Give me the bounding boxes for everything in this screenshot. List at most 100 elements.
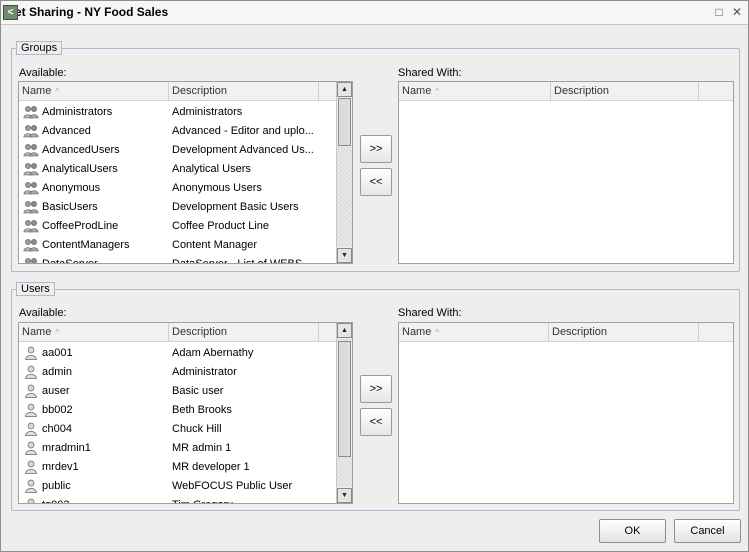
groups-shared-header: Name ^ Description [399, 82, 733, 101]
group-icon [23, 162, 39, 176]
list-item-name: mradmin1 [19, 441, 169, 455]
users-available-header: Name ^ Description [19, 323, 337, 342]
list-item-name: mrdev1 [19, 460, 169, 474]
window-title: Set Sharing - NY Food Sales [7, 5, 169, 19]
column-description-label: Description [172, 326, 228, 338]
list-item-name-text: mradmin1 [42, 441, 91, 454]
scroll-thumb[interactable] [338, 98, 351, 146]
list-item[interactable]: public WebFOCUS Public User [19, 476, 317, 495]
column-name-header[interactable]: Name ^ [19, 323, 169, 342]
list-item[interactable]: Advanced Advanced - Editor and uplo... [19, 121, 317, 140]
list-item-name-text: AdvancedUsers [42, 143, 120, 156]
list-item-name: Anonymous [19, 181, 169, 195]
group-icon [23, 238, 39, 252]
list-item[interactable]: Anonymous Anonymous Users [19, 178, 317, 197]
list-item-name-text: CoffeeProdLine [42, 219, 119, 232]
scroll-thumb[interactable] [338, 341, 351, 457]
scroll-track[interactable] [337, 146, 352, 247]
list-item-description: Tim Gregory [169, 499, 317, 504]
add-group-button[interactable]: >> [360, 135, 392, 163]
group-icon [23, 143, 39, 157]
list-item-description: Chuck Hill [172, 422, 222, 435]
sort-arrow-icon: ^ [435, 328, 440, 337]
scroll-up-icon[interactable]: ▲ [337, 82, 352, 97]
groups-legend: Groups [16, 41, 63, 55]
list-item[interactable]: CoffeeProdLine Coffee Product Line [19, 216, 317, 235]
sort-arrow-icon: ^ [435, 87, 440, 96]
user-icon [23, 403, 39, 417]
maximize-icon[interactable]: □ [713, 6, 725, 18]
users-available-list[interactable]: Name ^ Description aa001 Adam Abernathy adm… [18, 322, 353, 504]
list-item-description: Beth Brooks [172, 403, 232, 416]
list-item[interactable]: bb002 Beth Brooks [19, 400, 317, 419]
list-item-name-text: tg003 [42, 499, 70, 504]
scroll-track[interactable] [337, 457, 352, 487]
column-name-header[interactable]: Name ^ [399, 82, 551, 101]
list-item-name: public [19, 479, 169, 493]
groups-shared-label: Shared With: [398, 67, 462, 79]
column-description-header[interactable]: Description [551, 82, 699, 101]
title-bar: Set Sharing - NY Food Sales □ ✕ [1, 1, 748, 25]
column-description-label: Description [172, 85, 228, 97]
add-user-button[interactable]: >> [360, 375, 392, 403]
back-arrow-icon[interactable]: < [3, 5, 18, 20]
list-item-description: Administrator [172, 365, 237, 378]
scroll-down-icon[interactable]: ▼ [337, 248, 352, 263]
list-item-description: Advanced - Editor and uplo... [172, 124, 314, 137]
column-name-label: Name [22, 326, 52, 338]
list-item[interactable]: mradmin1 MR admin 1 [19, 438, 317, 457]
users-legend: Users [16, 282, 55, 296]
list-item-name-text: public [42, 479, 71, 492]
list-item-name: bb002 [19, 403, 169, 417]
list-item-description: Administrators [172, 105, 243, 118]
list-item[interactable]: AnalyticalUsers Analytical Users [19, 159, 317, 178]
list-item[interactable]: AdvancedUsers Development Advanced Us... [19, 140, 317, 159]
list-item[interactable]: admin Administrator [19, 362, 317, 381]
list-item-name: Advanced [19, 124, 169, 138]
scroll-up-icon[interactable]: ▲ [337, 323, 352, 338]
list-item-description: DataServer - List of WEBS [172, 257, 303, 264]
users-shared-list[interactable]: Name ^ Description [398, 322, 734, 504]
groups-shared-list[interactable]: Name ^ Description [398, 81, 734, 264]
list-item-description: WebFOCUS Public User [172, 479, 293, 492]
list-item-name: BasicUsers [19, 200, 169, 214]
user-icon [23, 498, 39, 503]
list-item-name-text: Anonymous [42, 181, 101, 194]
ok-button[interactable]: OK [599, 519, 666, 543]
list-item-name-text: ContentManagers [42, 238, 130, 251]
list-item-description: Anonymous Users [172, 181, 262, 194]
list-item-name: CoffeeProdLine [19, 219, 169, 233]
cancel-button[interactable]: Cancel [674, 519, 741, 543]
scroll-down-icon[interactable]: ▼ [337, 488, 352, 503]
column-description-header[interactable]: Description [169, 323, 319, 342]
list-item-name: DataServer [19, 257, 169, 264]
sort-arrow-icon: ^ [55, 87, 60, 96]
remove-group-button[interactable]: << [360, 168, 392, 196]
column-description-header[interactable]: Description [549, 323, 699, 342]
list-item[interactable]: BasicUsers Development Basic Users [19, 197, 317, 216]
column-name-header[interactable]: Name ^ [399, 323, 549, 342]
list-item[interactable]: auser Basic user [19, 381, 317, 400]
list-item[interactable]: ch004 Chuck Hill [19, 419, 317, 438]
list-item[interactable]: DataServer DataServer - List of WEBS [19, 254, 317, 264]
list-item-name-text: DataServer [42, 257, 98, 264]
group-icon [23, 257, 39, 263]
list-item-name-text: aa001 [42, 346, 73, 359]
column-name-label: Name [22, 85, 52, 97]
list-item[interactable]: aa001 Adam Abernathy [19, 343, 317, 362]
column-description-header[interactable]: Description [169, 82, 319, 101]
list-item-description: Coffee Product Line [172, 219, 270, 232]
close-icon[interactable]: ✕ [731, 6, 743, 18]
list-item[interactable]: ContentManagers Content Manager [19, 235, 317, 254]
groups-available-scrollbar[interactable]: ▲ ▼ [336, 82, 352, 263]
column-name-header[interactable]: Name ^ [19, 82, 169, 101]
list-item[interactable]: Administrators Administrators [19, 102, 317, 121]
groups-available-list[interactable]: Name ^ Description Administrators Administ… [18, 81, 353, 264]
list-item[interactable]: mrdev1 MR developer 1 [19, 457, 317, 476]
remove-user-button[interactable]: << [360, 408, 392, 436]
column-description-label: Description [554, 85, 610, 97]
users-available-scrollbar[interactable]: ▲ ▼ [336, 323, 352, 503]
users-shared-header: Name ^ Description [399, 323, 733, 342]
list-item[interactable]: tg003 Tim Gregory [19, 495, 317, 504]
user-icon [23, 384, 39, 398]
